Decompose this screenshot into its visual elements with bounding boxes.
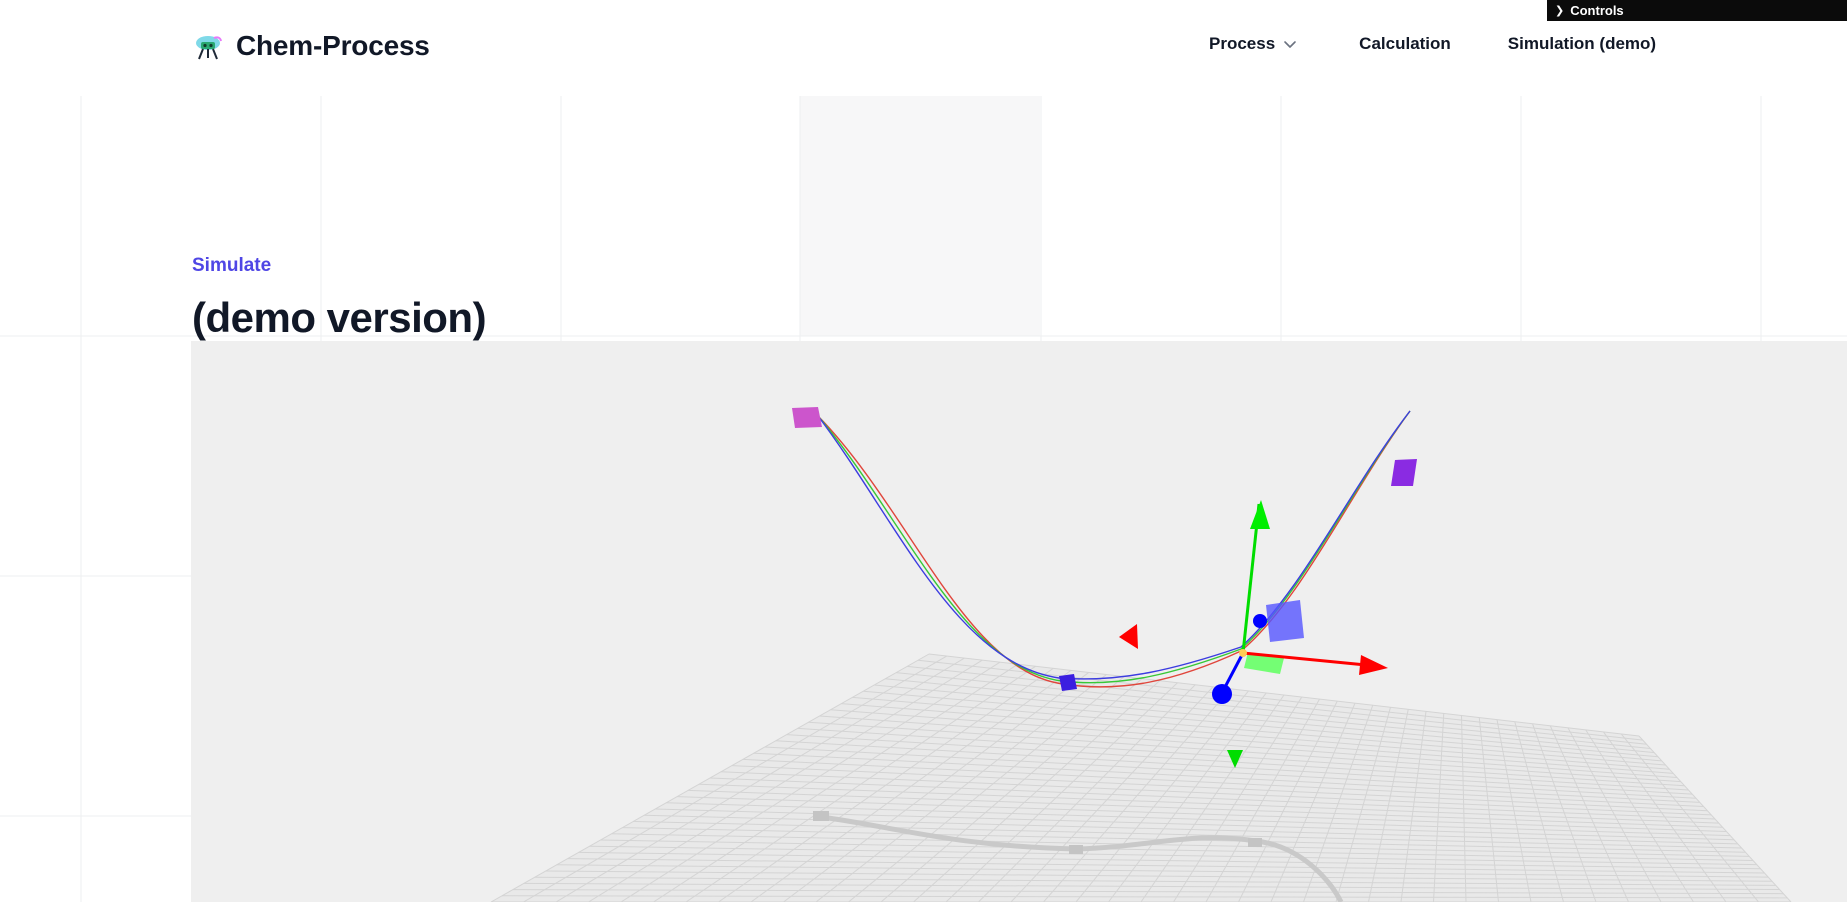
control-point-shadow-start [813,811,829,821]
controls-panel-toggle[interactable]: ❯ Controls [1547,0,1847,21]
background-highlight-cell [800,96,1040,336]
nav-calculation-link[interactable]: Calculation [1359,34,1451,54]
gizmo-z-axis-handle[interactable] [1212,684,1232,704]
scene-drawing [490,407,1792,902]
nav-process-dropdown[interactable]: Process [1209,34,1297,54]
section-eyebrow: Simulate [192,255,272,276]
page-title: (demo version) [192,294,487,341]
brand-link[interactable]: Chem-Process [192,30,430,62]
control-point-start[interactable] [792,407,822,428]
main-nav: Process Calculation Simulation (demo) [1209,34,1656,54]
spline-curve-blue [817,410,1411,680]
gizmo-y-axis-arrow[interactable] [1250,500,1270,529]
control-point-mid[interactable] [1059,674,1077,691]
brand-logo-icon [196,36,222,60]
page: Chem-Process Process Calculation Simulat… [0,0,1847,902]
gizmo-z-axis-line [1222,652,1245,690]
control-point-end[interactable] [1391,459,1417,486]
chevron-down-icon [1284,41,1296,48]
controls-label: Controls [1570,3,1624,18]
gizmo-z-rotate-handle[interactable] [1253,614,1267,628]
gizmo-plane-xy-handle[interactable] [1266,600,1304,642]
nav-simulation-link[interactable]: Simulation (demo) [1508,34,1656,54]
control-point-shadow-end [1248,838,1262,847]
nav-simulation-label: Simulation (demo) [1507,34,1657,53]
spline-curve-green [817,410,1411,684]
nav-process-label: Process [1209,34,1276,53]
control-point-shadow-mid [1069,845,1083,854]
gizmo-x-axis-arrow[interactable] [1359,655,1388,675]
chevron-right-icon: ❯ [1555,5,1565,17]
simulation-canvas[interactable] [191,341,1847,902]
gizmo-rotate-x-handle[interactable] [1119,624,1138,649]
gizmo-origin [1239,649,1247,657]
brand-name: Chem-Process [236,30,430,61]
nav-calculation-label: Calculation [1359,34,1451,53]
